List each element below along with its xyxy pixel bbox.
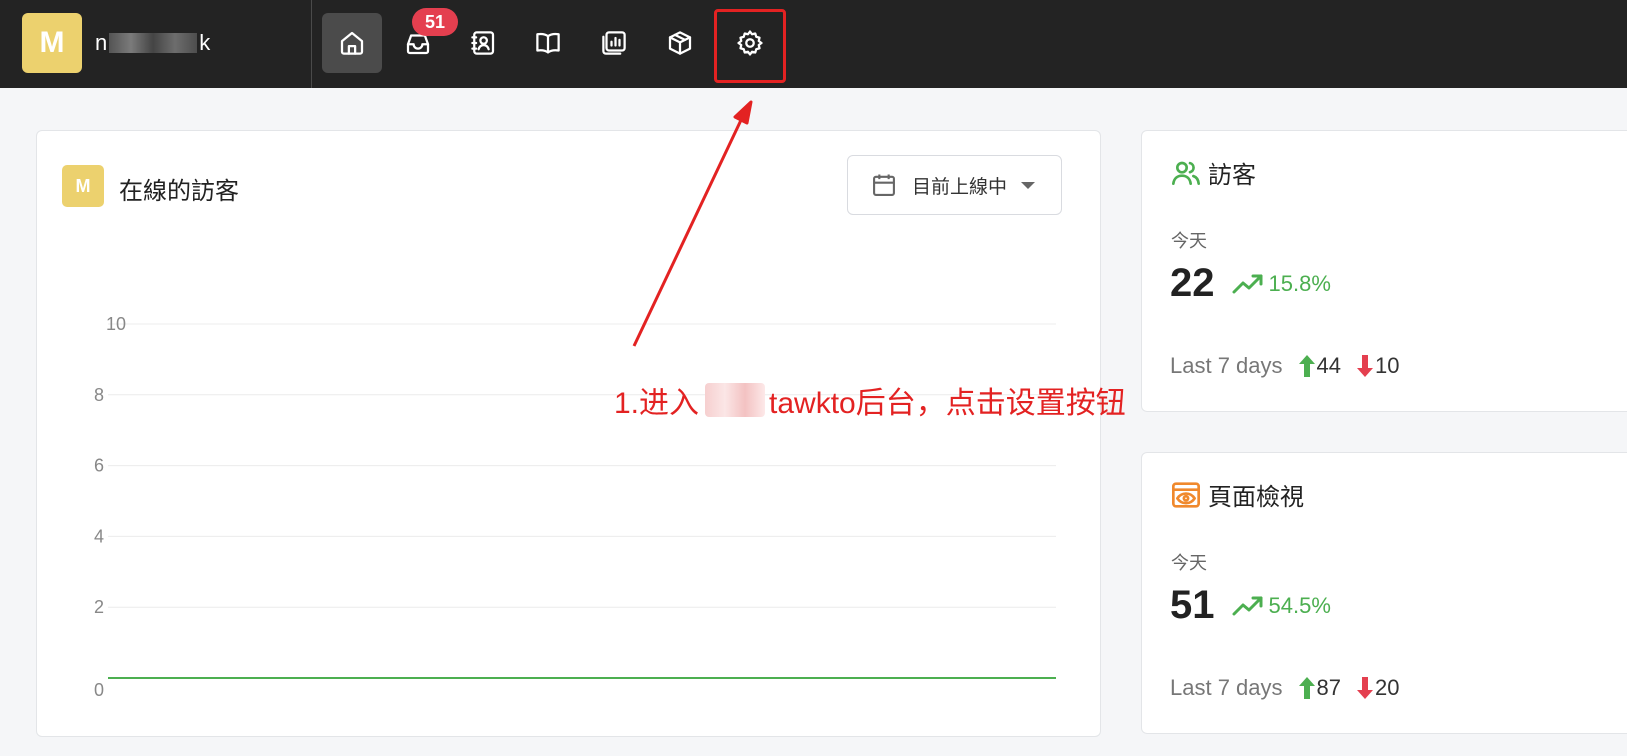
annotation-prefix: 1.进入 [614, 387, 700, 420]
annotation-text: 1.进入 tawkto后台，点击设置按钮 [614, 378, 1126, 422]
annotation-suffix: tawkto后台，点击设置按钮 [769, 387, 1126, 420]
redacted-blur [705, 383, 766, 417]
